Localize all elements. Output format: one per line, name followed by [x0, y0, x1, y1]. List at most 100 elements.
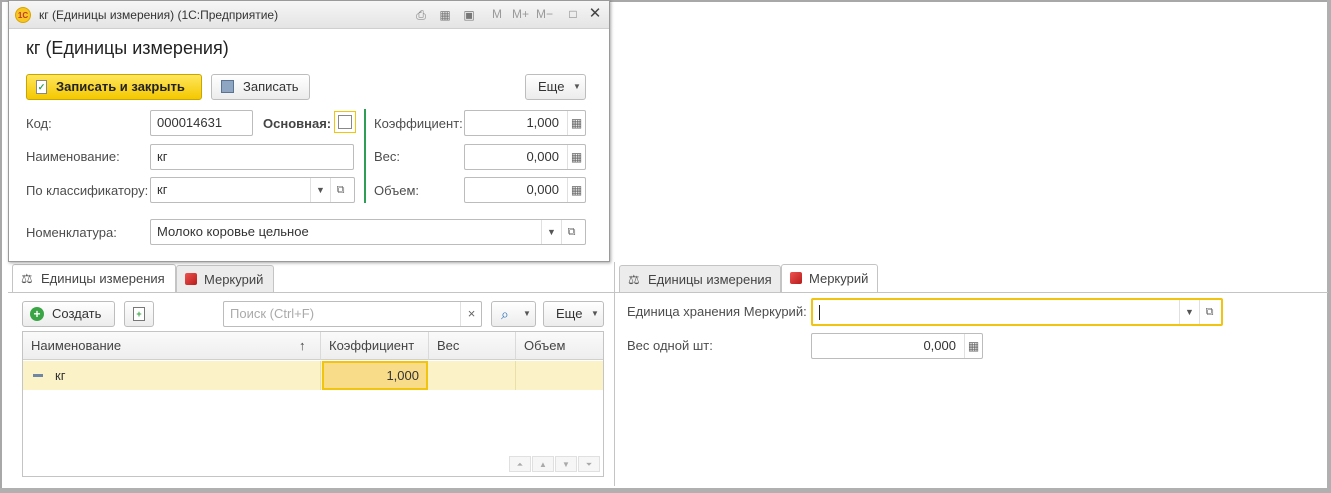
tab-units-left[interactable]: ⚖ Единицы измерения [12, 264, 176, 293]
print-icon[interactable]: ⎙ [413, 7, 429, 23]
search-placeholder: Поиск (Ctrl+F) [230, 306, 315, 321]
save-and-close-label: Записать и закрыть [56, 79, 185, 94]
volume-label: Объем: [374, 183, 420, 198]
tab-mercury-right[interactable]: Меркурий [781, 264, 878, 293]
cell-volume [516, 361, 603, 390]
nomenclature-dropdown-icon[interactable]: ▼ [541, 220, 561, 244]
calendar-icon[interactable]: ▣ [461, 7, 477, 23]
copy-button[interactable]: + [124, 301, 154, 327]
memory-plus-button[interactable]: M+ [512, 7, 529, 21]
prev-row-button[interactable]: ▲ [532, 456, 554, 472]
code-value: 000014631 [157, 115, 223, 130]
save-and-close-button[interactable]: ✓ Записать и закрыть [26, 74, 202, 100]
tab-units-right-label: Единицы измерения [648, 272, 772, 287]
classifier-value: кг [157, 182, 168, 197]
text-cursor [819, 305, 820, 320]
classifier-input[interactable]: кг ▼ ⧉ [150, 177, 355, 203]
piece-weight-value: 0,000 [923, 338, 956, 353]
code-input[interactable]: 000014631 [150, 110, 253, 136]
clear-search-icon[interactable]: × [460, 302, 482, 326]
calculator-icon[interactable]: ▦ [567, 111, 585, 135]
next-row-button[interactable]: ▼ [555, 456, 577, 472]
create-button-label: Создать [52, 306, 102, 321]
document-check-icon: ✓ [36, 80, 47, 94]
calculator-icon[interactable]: ▦ [964, 334, 982, 358]
weight-value: 0,000 [526, 149, 559, 164]
mercury-cube-icon [185, 273, 197, 285]
name-value: кг [157, 149, 168, 164]
weight-input[interactable]: 0,000 ▦ [464, 144, 586, 170]
bottom-edge [0, 488, 1331, 493]
weight-label: Вес: [374, 149, 401, 164]
first-row-button[interactable]: ⏶ [509, 456, 531, 472]
floppy-disk-icon [221, 80, 234, 93]
tab-mercury-right-label: Меркурий [809, 271, 869, 286]
tab-mercury-left-label: Меркурий [204, 272, 264, 287]
memory-minus-button[interactable]: M− [536, 7, 553, 21]
save-button[interactable]: Записать [211, 74, 310, 100]
copy-plus-icon: + [133, 307, 145, 321]
column-header-name[interactable]: Наименование ↑ [23, 332, 321, 360]
volume-input[interactable]: 0,000 ▦ [464, 177, 586, 203]
more-button-form[interactable]: Еще ▼ [525, 74, 586, 100]
coef-label: Коэффициент: [374, 116, 463, 131]
more-chevron-icon: ▼ [573, 82, 581, 91]
piece-weight-input[interactable]: 0,000 ▦ [811, 333, 983, 359]
search-input[interactable]: Поиск (Ctrl+F) [223, 301, 482, 327]
coef-input[interactable]: 1,000 ▦ [464, 110, 586, 136]
more-button-left[interactable]: Еще ▼ [543, 301, 604, 327]
main-unit-checkbox[interactable] [334, 111, 356, 133]
mercury-unit-open-icon[interactable]: ⧉ [1199, 300, 1219, 324]
right-panel: ⚖ Единицы измерения Меркурий Единица хра… [614, 262, 1328, 486]
tab-underline-left [8, 292, 614, 293]
name-input[interactable]: кг [150, 144, 354, 170]
nomenclature-label: Номенклатура: [26, 225, 117, 240]
coef-value: 1,000 [526, 115, 559, 130]
magnifier-icon: ⌕ [501, 306, 509, 322]
calculator-icon[interactable]: ▦ [567, 145, 585, 169]
code-label: Код: [26, 116, 52, 131]
save-button-label: Записать [243, 79, 299, 94]
volume-value: 0,000 [526, 182, 559, 197]
column-header-coef[interactable]: Коэффициент [321, 332, 429, 360]
window-title: кг (Единицы измерения) (1С:Предприятие) [39, 8, 279, 22]
form-window: 1C кг (Единицы измерения) (1С:Предприяти… [8, 0, 610, 262]
right-edge [1327, 0, 1331, 493]
search-options-button[interactable]: ⌕ ▼ [491, 301, 536, 327]
scales-icon: ⚖ [628, 272, 640, 287]
close-icon[interactable]: ✕ [587, 6, 603, 22]
nomenclature-input[interactable]: Молоко коровье цельное ▼ ⧉ [150, 219, 586, 245]
column-header-name-label: Наименование [31, 338, 122, 353]
column-header-weight[interactable]: Вес [429, 332, 516, 360]
name-label: Наименование: [26, 149, 120, 164]
chevron-down-icon: ▼ [523, 309, 531, 318]
classifier-label: По классификатору: [26, 183, 149, 198]
classifier-dropdown-icon[interactable]: ▼ [310, 178, 330, 202]
main-unit-label: Основная: [263, 116, 332, 131]
mercury-unit-label: Единица хранения Меркурий: [627, 304, 807, 319]
tab-units-right[interactable]: ⚖ Единицы измерения [619, 265, 781, 293]
page-title: кг (Единицы измерения) [26, 38, 229, 58]
tab-mercury-left[interactable]: Меркурий [176, 265, 274, 293]
mercury-unit-input[interactable]: ▼ ⧉ [811, 298, 1223, 326]
more-chevron-icon: ▼ [591, 309, 599, 318]
classifier-open-icon[interactable]: ⧉ [330, 178, 350, 202]
calculator-icon[interactable]: ▦ [437, 7, 453, 23]
title-bar: 1C кг (Единицы измерения) (1С:Предприяти… [9, 1, 609, 29]
column-header-volume[interactable]: Объем [516, 332, 603, 360]
more-button-form-label: Еще [538, 79, 565, 94]
create-button[interactable]: + Создать [22, 301, 115, 327]
last-row-button[interactable]: ⏷ [578, 456, 600, 472]
cell-coef[interactable]: 1,000 [322, 361, 428, 390]
table-row[interactable]: кг 1,000 [23, 361, 603, 390]
tab-underline-right [615, 292, 1328, 293]
nomenclature-open-icon[interactable]: ⧉ [561, 220, 581, 244]
memory-button[interactable]: M [492, 7, 502, 21]
mercury-unit-dropdown-icon[interactable]: ▼ [1179, 300, 1199, 324]
left-panel: ⚖ Единицы измерения Меркурий + Создать +… [8, 262, 614, 486]
sort-arrow-icon: ↑ [299, 338, 306, 353]
mercury-cube-icon [790, 272, 802, 284]
calculator-icon[interactable]: ▦ [567, 178, 585, 202]
maximize-icon[interactable]: □ [565, 6, 581, 22]
checkbox-box [338, 115, 352, 129]
